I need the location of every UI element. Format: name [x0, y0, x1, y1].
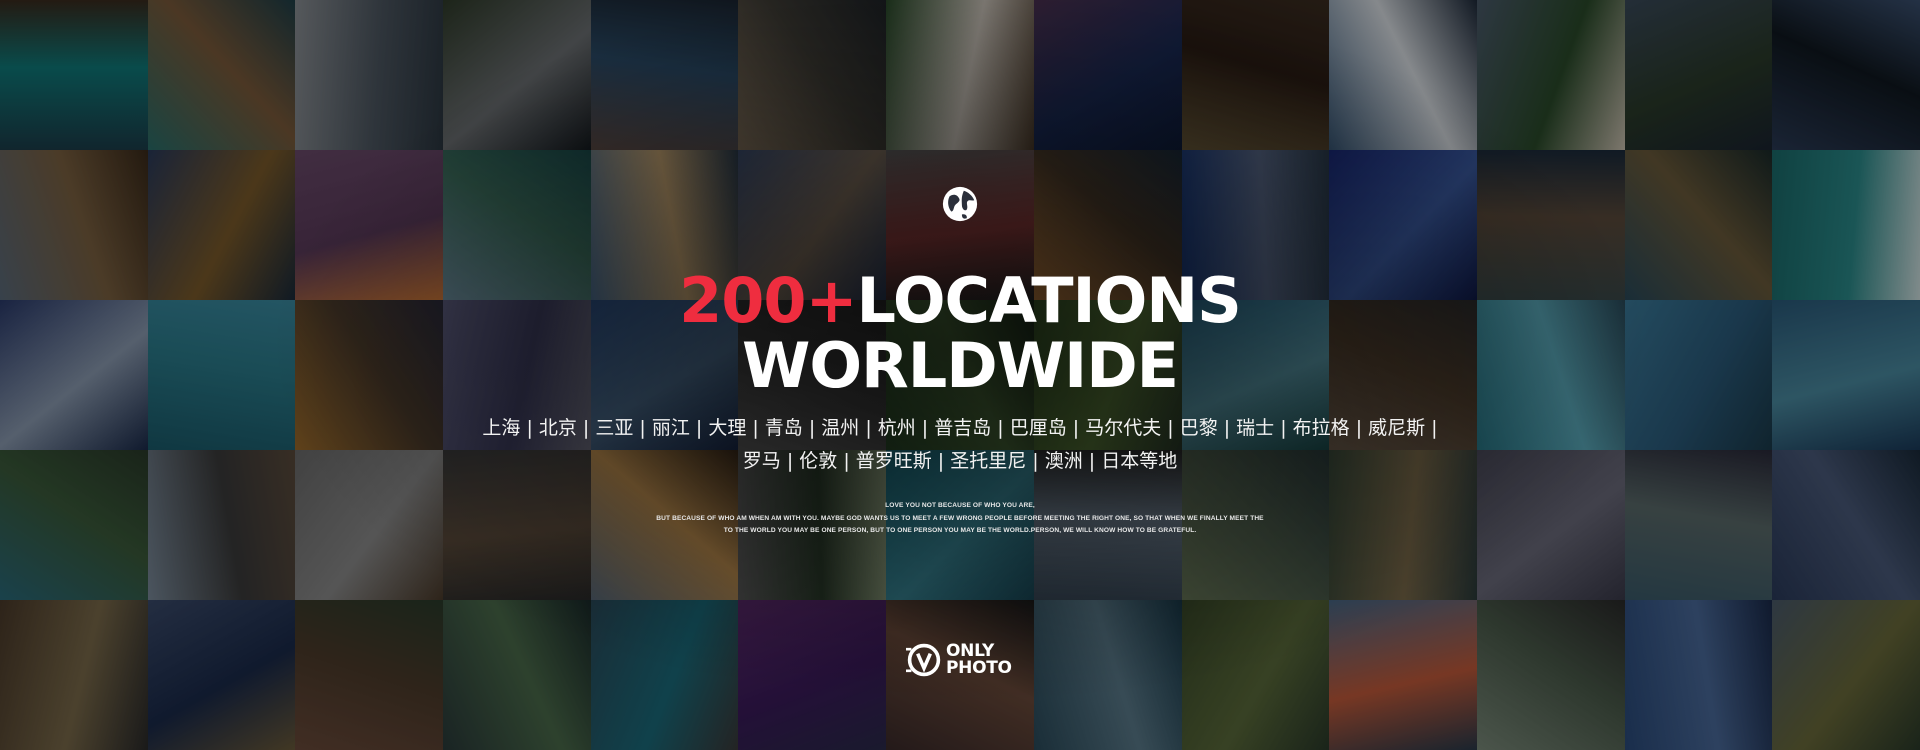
vonly-logo-icon	[906, 643, 941, 677]
city-list-line-1: 上海 | 北京 | 三亚 | 丽江 | 大理 | 青岛 | 温州 | 杭州 | …	[482, 417, 1438, 439]
headline-locations: LOCATIONS	[856, 264, 1242, 337]
hero-overlay: 200+LOCATIONS WORLDWIDE 上海 | 北京 | 三亚 | 丽…	[0, 0, 1920, 750]
globe-icon	[942, 186, 978, 222]
brand-logo[interactable]: ONLY PHOTO	[906, 640, 1012, 680]
headline-accent: 200+	[679, 264, 857, 337]
headline-line-2: WORLDWIDE	[741, 329, 1179, 402]
quote-line-3: TO THE WORLD YOU MAY BE ONE PERSON, BUT …	[723, 527, 1197, 534]
quote-text: LOVE YOU NOT BECAUSE OF WHO YOU ARE, BUT…	[0, 500, 1920, 538]
city-list-line-2: 罗马 | 伦敦 | 普罗旺斯 | 圣托里尼 | 澳洲 | 日本等地	[742, 450, 1178, 472]
logo-wordmark: ONLY PHOTO	[946, 643, 1012, 677]
headline-line-1: 200+LOCATIONS	[0, 270, 1920, 332]
logo-word-photo: PHOTO	[946, 658, 1012, 678]
quote-line-2: BUT BECAUSE OF WHO AM WHEN AM WITH YOU. …	[656, 514, 1264, 522]
quote-line-1: LOVE YOU NOT BECAUSE OF WHO YOU ARE,	[885, 502, 1035, 509]
city-list: 上海 | 北京 | 三亚 | 丽江 | 大理 | 青岛 | 温州 | 杭州 | …	[380, 412, 1540, 478]
